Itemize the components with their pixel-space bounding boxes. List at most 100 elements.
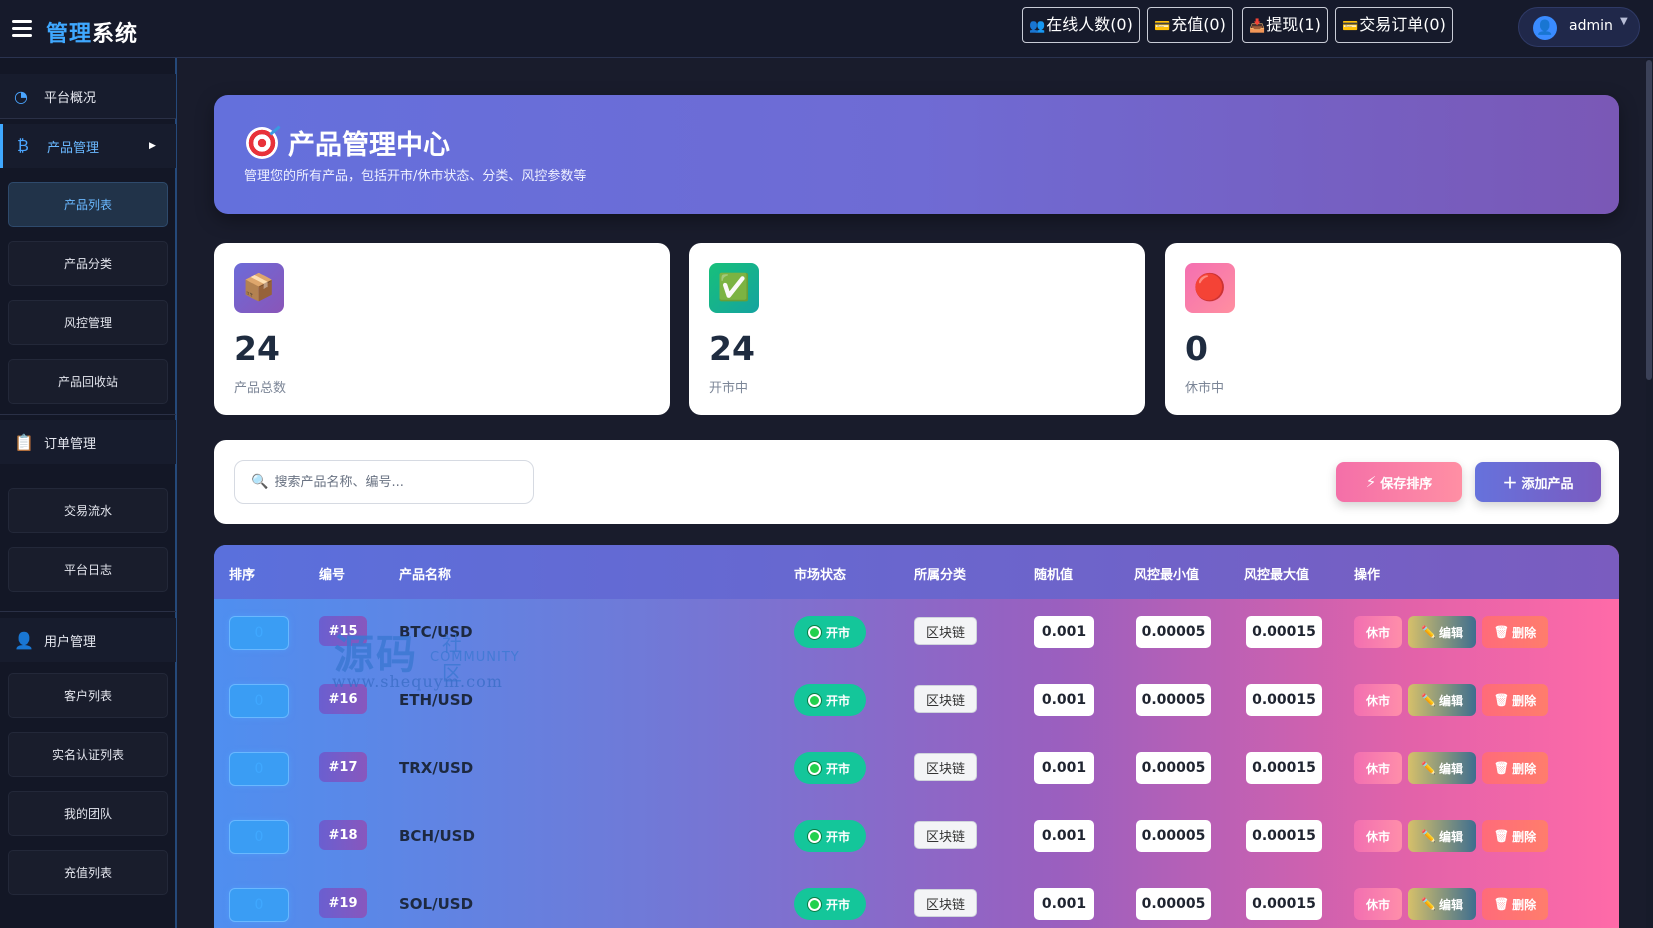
orders-icon: 📋 <box>14 432 34 452</box>
status-dot-icon <box>808 693 821 707</box>
delete-label: 删除 <box>1512 829 1537 844</box>
close-market-button[interactable]: 休市 <box>1354 684 1402 716</box>
recharge-button[interactable]: 💳充值(0) <box>1147 7 1233 43</box>
add-product-button[interactable]: ＋添加产品 <box>1475 462 1601 502</box>
status-toggle[interactable]: 开市 <box>794 820 866 852</box>
random-value: 0.001 <box>1034 684 1094 716</box>
sidebar-item-my-team[interactable]: 我的团队 <box>8 791 168 836</box>
status-label: 开市 <box>826 693 851 708</box>
save-sort-label: 保存排序 <box>1380 476 1433 492</box>
status-label: 开市 <box>826 761 851 776</box>
sidebar-item-product-category[interactable]: 产品分类 <box>8 241 168 286</box>
product-name: BTC/USD <box>399 623 473 641</box>
product-table: 排序 编号 产品名称 市场状态 所属分类 随机值 风控最小值 风控最大值 操作 … <box>214 545 1619 928</box>
sidebar-item-customer-list[interactable]: 客户列表 <box>8 673 168 718</box>
random-value: 0.001 <box>1034 616 1094 648</box>
close-market-button[interactable]: 休市 <box>1354 820 1402 852</box>
status-toggle[interactable]: 开市 <box>794 616 866 648</box>
delete-button[interactable]: 🗑 删除 <box>1482 616 1548 648</box>
sidebar-item-realname-list[interactable]: 实名认证列表 <box>8 732 168 777</box>
sidebar-item-product-recycle[interactable]: 产品回收站 <box>8 359 168 404</box>
chevron-down-icon: ▼ <box>1620 16 1628 27</box>
close-market-button[interactable]: 休市 <box>1354 888 1402 920</box>
edit-button[interactable]: ✏️ 编辑 <box>1408 888 1476 920</box>
delete-button[interactable]: 🗑 删除 <box>1482 820 1548 852</box>
edit-button[interactable]: ✏️ 编辑 <box>1408 616 1476 648</box>
withdraw-button[interactable]: 📥提现(1) <box>1242 7 1328 43</box>
close-market-button[interactable]: 休市 <box>1354 752 1402 784</box>
delete-button[interactable]: 🗑 删除 <box>1482 752 1548 784</box>
trade-orders-button[interactable]: 💳交易订单(0) <box>1335 7 1453 43</box>
sidebar-group-users[interactable]: 👤 用户管理 <box>0 618 176 662</box>
save-sort-button[interactable]: ⚡ 保存排序 <box>1336 462 1462 502</box>
status-toggle[interactable]: 开市 <box>794 684 866 716</box>
risk-max-value: 0.00015 <box>1246 752 1322 784</box>
status-toggle[interactable]: 开市 <box>794 888 866 920</box>
edit-button[interactable]: ✏️ 编辑 <box>1408 820 1476 852</box>
lightning-icon: ⚡ <box>1365 473 1377 491</box>
id-badge: #18 <box>319 820 367 850</box>
delete-button[interactable]: 🗑 删除 <box>1482 888 1548 920</box>
sidebar-item-trade-flow[interactable]: 交易流水 <box>8 488 168 533</box>
id-badge: #17 <box>319 752 367 782</box>
user-menu[interactable]: 👤 admin ▼ <box>1518 7 1640 47</box>
sidebar-group-label: 订单管理 <box>44 436 97 452</box>
menu-toggle-icon[interactable] <box>12 20 32 38</box>
add-product-label: 添加产品 <box>1521 476 1574 492</box>
risk-max-value: 0.00015 <box>1246 616 1322 648</box>
pencil-icon: ✏️ <box>1421 693 1436 707</box>
divider <box>0 414 176 415</box>
random-value: 0.001 <box>1034 820 1094 852</box>
product-name: SOL/USD <box>399 895 474 913</box>
pencil-icon: ✏️ <box>1421 761 1436 775</box>
category-tag: 区块链 <box>914 821 977 849</box>
status-dot-icon <box>808 897 821 911</box>
trash-icon: 🗑 <box>1493 693 1510 707</box>
sidebar-item-platform-log[interactable]: 平台日志 <box>8 547 168 592</box>
risk-min-value: 0.00005 <box>1136 616 1211 648</box>
col-name: 产品名称 <box>399 568 452 583</box>
stat-card-total: 📦 24 产品总数 <box>214 243 670 415</box>
sidebar-group-orders[interactable]: 📋 订单管理 <box>0 420 176 464</box>
sidebar-group-overview[interactable]: ◔ 平台概况 <box>0 74 176 118</box>
recharge-label: 充值(0) <box>1171 15 1226 34</box>
brand-part2: 系统 <box>92 22 139 47</box>
sidebar-item-risk-control[interactable]: 风控管理 <box>8 300 168 345</box>
dashboard-icon: ◔ <box>14 86 28 106</box>
table-row: 0 #19 SOL/USD 开市 区块链 0.001 0.00005 0.000… <box>214 871 1619 928</box>
search-input[interactable] <box>274 474 505 490</box>
card-icon: 💳 <box>1154 19 1171 34</box>
edit-label: 编辑 <box>1438 693 1463 708</box>
search-field[interactable]: 🔍 <box>234 460 534 504</box>
bitcoin-icon: ₿ <box>17 136 29 155</box>
sidebar-item-product-list[interactable]: 产品列表 <box>8 182 168 227</box>
delete-label: 删除 <box>1512 625 1537 640</box>
close-market-button[interactable]: 休市 <box>1354 616 1402 648</box>
stat-value: 24 <box>709 329 755 368</box>
sort-input[interactable]: 0 <box>229 616 289 650</box>
stat-label: 产品总数 <box>234 381 287 396</box>
table-row: 0 #15 BTC/USD 开市 区块链 0.001 0.00005 0.000… <box>214 599 1619 667</box>
status-dot-icon <box>808 761 821 775</box>
sidebar-item-recharge-list[interactable]: 充值列表 <box>8 850 168 895</box>
card-icon: 💳 <box>1342 19 1359 34</box>
sort-input[interactable]: 0 <box>229 752 289 786</box>
avatar-icon: 👤 <box>1533 16 1557 40</box>
withdraw-label: 提现(1) <box>1266 15 1321 34</box>
edit-button[interactable]: ✏️ 编辑 <box>1408 684 1476 716</box>
sidebar-group-products[interactable]: ₿ 产品管理 ▶ <box>0 124 176 168</box>
scrollbar-thumb[interactable] <box>1646 60 1652 380</box>
sort-input[interactable]: 0 <box>229 820 289 854</box>
sort-input[interactable]: 0 <box>229 888 289 922</box>
user-icon: 👤 <box>14 630 34 650</box>
sort-input[interactable]: 0 <box>229 684 289 718</box>
online-users-label: 在线人数(0) <box>1046 15 1133 34</box>
status-toggle[interactable]: 开市 <box>794 752 866 784</box>
category-tag: 区块链 <box>914 685 977 713</box>
col-min: 风控最小值 <box>1134 568 1200 583</box>
delete-button[interactable]: 🗑 删除 <box>1482 684 1548 716</box>
table-row: 0 #16 ETH/USD 开市 区块链 0.001 0.00005 0.000… <box>214 667 1619 735</box>
chevron-right-icon: ▶ <box>149 141 156 151</box>
edit-button[interactable]: ✏️ 编辑 <box>1408 752 1476 784</box>
online-users-button[interactable]: 👥在线人数(0) <box>1022 7 1140 43</box>
